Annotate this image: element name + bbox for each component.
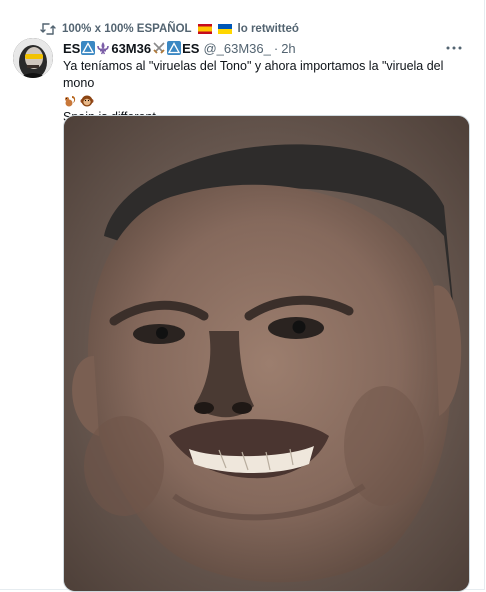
author-name-mid: 63M36 bbox=[111, 40, 152, 56]
retweeter-name[interactable]: 100% x 100% ESPAÑOL bbox=[62, 23, 192, 35]
more-icon[interactable] bbox=[444, 38, 464, 58]
warning-sign-icon bbox=[167, 41, 182, 55]
separator: · bbox=[273, 40, 279, 56]
retweet-context[interactable]: 100% x 100% ESPAÑOL lo retwitteó bbox=[40, 20, 299, 38]
crossed-swords-icon bbox=[152, 41, 166, 55]
author-handle[interactable]: @_63M36_ bbox=[203, 41, 270, 56]
tweet-container[interactable]: 100% x 100% ESPAÑOL lo retwitteó ES 63M3… bbox=[0, 0, 485, 592]
fleur-de-lis-icon bbox=[96, 41, 110, 55]
monkey-face-icon bbox=[80, 94, 94, 108]
author-name-suffix: ES bbox=[182, 40, 200, 56]
face-photo bbox=[64, 116, 469, 591]
retweet-icon bbox=[40, 22, 56, 36]
author-name[interactable]: ES 63M36 ES bbox=[63, 41, 199, 56]
retweet-suffix: lo retwitteó bbox=[237, 23, 299, 35]
ukraine-flag-icon bbox=[217, 24, 232, 34]
tweet-emoji-line bbox=[63, 92, 473, 109]
squirrel-icon bbox=[63, 94, 77, 108]
avatar[interactable] bbox=[13, 38, 53, 78]
tweet-text-line-1: Ya teníamos al "viruelas del Tono" y aho… bbox=[63, 59, 444, 90]
warning-sign-icon bbox=[81, 41, 96, 55]
timestamp[interactable]: 2h bbox=[281, 41, 295, 56]
author-name-prefix: ES bbox=[63, 40, 81, 56]
tweet-image[interactable] bbox=[63, 115, 470, 592]
tweet-header: ES 63M36 ES @_63M36_ · 2h bbox=[63, 38, 464, 58]
spain-flag-icon bbox=[197, 24, 212, 34]
